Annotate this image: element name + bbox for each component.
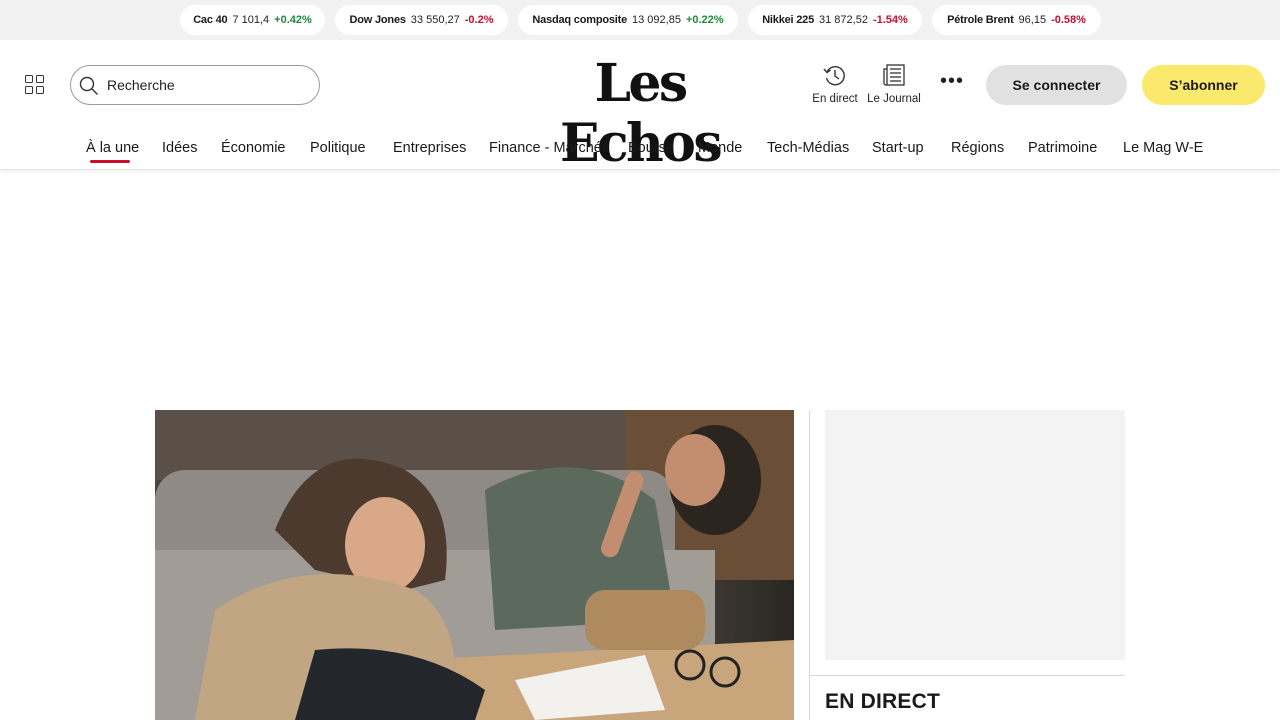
ticker-change: +0.22% bbox=[685, 14, 724, 26]
history-clock-icon bbox=[823, 66, 845, 86]
nav-item-regions[interactable]: Régions bbox=[951, 140, 1004, 156]
advertisement-placeholder bbox=[825, 410, 1125, 660]
search-input[interactable] bbox=[107, 74, 307, 96]
hero-photo-illustration bbox=[155, 410, 794, 720]
nav-item-politique[interactable]: Politique bbox=[310, 140, 366, 156]
nav-item-tech-medias[interactable]: Tech-Médias bbox=[767, 140, 849, 156]
ticker-name: Cac 40 bbox=[193, 14, 228, 26]
nav-item-monde[interactable]: Monde bbox=[698, 140, 742, 156]
ticker-change: +0.42% bbox=[274, 14, 312, 26]
ticker-item-cac40[interactable]: Cac 40 7 101,4 +0.42% bbox=[180, 5, 325, 35]
ticker-item-brent[interactable]: Pétrole Brent 96,15 -0.58% bbox=[932, 5, 1101, 35]
nav-item-finance-marches[interactable]: Finance - Marchés bbox=[489, 140, 609, 156]
ticker-name: Nasdaq composite bbox=[532, 14, 628, 26]
ticker-change: -0.58% bbox=[1051, 14, 1086, 26]
more-options-icon[interactable]: ••• bbox=[938, 71, 966, 94]
hero-article-image[interactable] bbox=[155, 410, 794, 720]
ticker-change: -0.2% bbox=[464, 14, 494, 26]
ticker-name: Pétrole Brent bbox=[947, 14, 1014, 26]
ticker-value: 13 092,85 bbox=[632, 14, 681, 26]
nav-item-patrimoine[interactable]: Patrimoine bbox=[1028, 140, 1097, 156]
nav-item-entreprises[interactable]: Entreprises bbox=[393, 140, 466, 156]
login-button[interactable]: Se connecter bbox=[986, 65, 1127, 105]
search-icon bbox=[79, 76, 98, 95]
ticker-change: -1.54% bbox=[872, 14, 908, 26]
search-box[interactable] bbox=[70, 65, 320, 105]
nav-item-le-mag-we[interactable]: Le Mag W-E bbox=[1123, 140, 1203, 156]
column-divider bbox=[809, 410, 810, 720]
journal-label: Le Journal bbox=[867, 93, 921, 105]
newspaper-icon bbox=[883, 64, 905, 86]
ticker-value: 7 101,4 bbox=[232, 14, 270, 26]
section-divider bbox=[810, 675, 1125, 676]
menu-grid-icon[interactable] bbox=[25, 75, 45, 95]
nav-item-start-up[interactable]: Start-up bbox=[872, 140, 924, 156]
site-logo[interactable]: Les Echos bbox=[520, 54, 760, 174]
ticker-item-nikkei[interactable]: Nikkei 225 31 872,52 -1.54% bbox=[748, 5, 922, 35]
nav-item-economie[interactable]: Économie bbox=[221, 140, 285, 156]
ticker-value: 96,15 bbox=[1018, 14, 1047, 26]
ticker-value: 31 872,52 bbox=[819, 14, 868, 26]
nav-item-idees[interactable]: Idées bbox=[162, 140, 197, 156]
active-tab-indicator bbox=[90, 160, 130, 163]
journal-button[interactable]: Le Journal bbox=[865, 63, 923, 111]
nav-item-bourse[interactable]: Bourse bbox=[628, 140, 674, 156]
market-ticker-bar: Cac 40 7 101,4 +0.42% Dow Jones 33 550,2… bbox=[0, 0, 1280, 40]
ticker-name: Nikkei 225 bbox=[762, 14, 815, 26]
ticker-value: 33 550,27 bbox=[410, 14, 460, 26]
ticker-name: Dow Jones bbox=[349, 14, 406, 26]
ticker-item-nasdaq[interactable]: Nasdaq composite 13 092,85 +0.22% bbox=[518, 5, 738, 35]
main-navigation: À la une Idées Économie Politique Entrep… bbox=[0, 130, 1280, 170]
live-label: En direct bbox=[812, 93, 858, 105]
nav-item-a-la-une[interactable]: À la une bbox=[86, 140, 139, 156]
ticker-item-dow-jones[interactable]: Dow Jones 33 550,27 -0.2% bbox=[335, 5, 508, 35]
live-button[interactable]: En direct bbox=[810, 63, 860, 111]
live-section-title: EN DIRECT bbox=[825, 690, 940, 713]
subscribe-button[interactable]: S’abonner bbox=[1142, 65, 1265, 105]
